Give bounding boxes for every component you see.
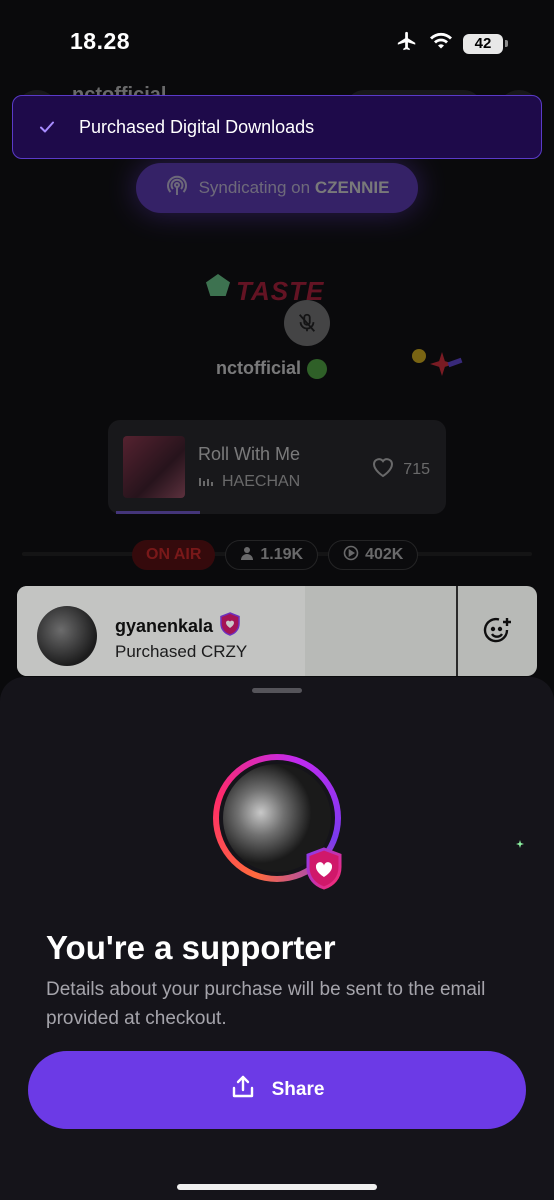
purchase-activity-card[interactable]: gyanenkala Purchased CRZY [17,586,537,676]
sheet-grabber[interactable] [252,688,302,693]
battery-icon: 42 [463,33,503,54]
activity-user-panel: gyanenkala Purchased CRZY [17,586,305,676]
sparkle-decoration [516,840,524,848]
sheet-description: Details about your purchase will be sent… [46,979,486,1029]
on-air-badge: ON AIR [132,540,216,570]
track-title: Roll With Me [198,444,301,464]
airplane-icon [395,30,419,57]
share-icon [230,1074,256,1106]
pentagon-decoration [206,274,230,296]
activity-username: gyanenkala [115,616,214,636]
status-icons: 42 [395,30,508,57]
screen: 18.28 42 nctofficial Syndicating on CZEN… [0,0,554,1200]
track-artist-name: HAECHAN [222,472,301,490]
wifi-icon [429,31,453,56]
home-indicator[interactable] [177,1184,377,1190]
supporter-sheet: You're a supporter Details about your pu… [0,677,554,1200]
supporter-shield-icon [219,612,241,641]
syndicating-pill[interactable]: Syndicating on CZENNIE [136,163,418,213]
mic-off-icon [284,300,330,346]
host-name-text: nctofficial [216,358,302,378]
track-artist: HAECHAN [198,472,300,491]
equalizer-icon [198,472,214,491]
heart-shield-icon [304,847,344,896]
track-progress-bar [116,511,200,514]
toast-message: Purchased Digital Downloads [79,116,315,137]
sheet-title: You're a supporter [46,929,336,966]
play-circle-icon [343,545,359,566]
plays-count: 402K [365,546,404,563]
heart-icon [371,456,395,483]
add-reaction-icon[interactable] [483,616,513,651]
like-button[interactable]: 715 [371,456,430,483]
album-art [123,436,185,498]
checkmark-icon [37,120,57,134]
syndicating-prefix: Syndicating on [198,178,315,197]
syndicating-text: Syndicating on CZENNIE [199,178,390,198]
host-name[interactable]: nctofficial [216,358,328,379]
status-time: 18.28 [70,28,131,54]
share-button[interactable]: Share [28,1051,526,1129]
now-playing-card[interactable]: Roll With Me HAECHAN 715 [108,420,446,514]
activity-separator [456,586,458,676]
status-bar: 18.28 42 [0,0,554,84]
person-icon [240,546,254,565]
plays-chip[interactable]: 402K [328,540,419,570]
activity-user: gyanenkala [115,612,241,641]
dot-decoration [412,349,426,363]
live-stats-row: ON AIR 1.19K 402K [132,540,419,570]
broadcast-icon [165,174,189,203]
share-label: Share [271,1079,325,1100]
verified-badge-icon [307,358,328,379]
activity-avatar [37,606,97,666]
battery-tip [505,40,508,47]
listeners-count: 1.19K [260,546,304,563]
syndicating-name: CZENNIE [314,178,390,197]
listeners-chip[interactable]: 1.19K [225,540,319,570]
purchase-toast[interactable]: Purchased Digital Downloads [12,95,542,159]
activity-action: Purchased CRZY [115,642,248,661]
bar-decoration [447,357,463,368]
like-count: 715 [403,460,430,478]
